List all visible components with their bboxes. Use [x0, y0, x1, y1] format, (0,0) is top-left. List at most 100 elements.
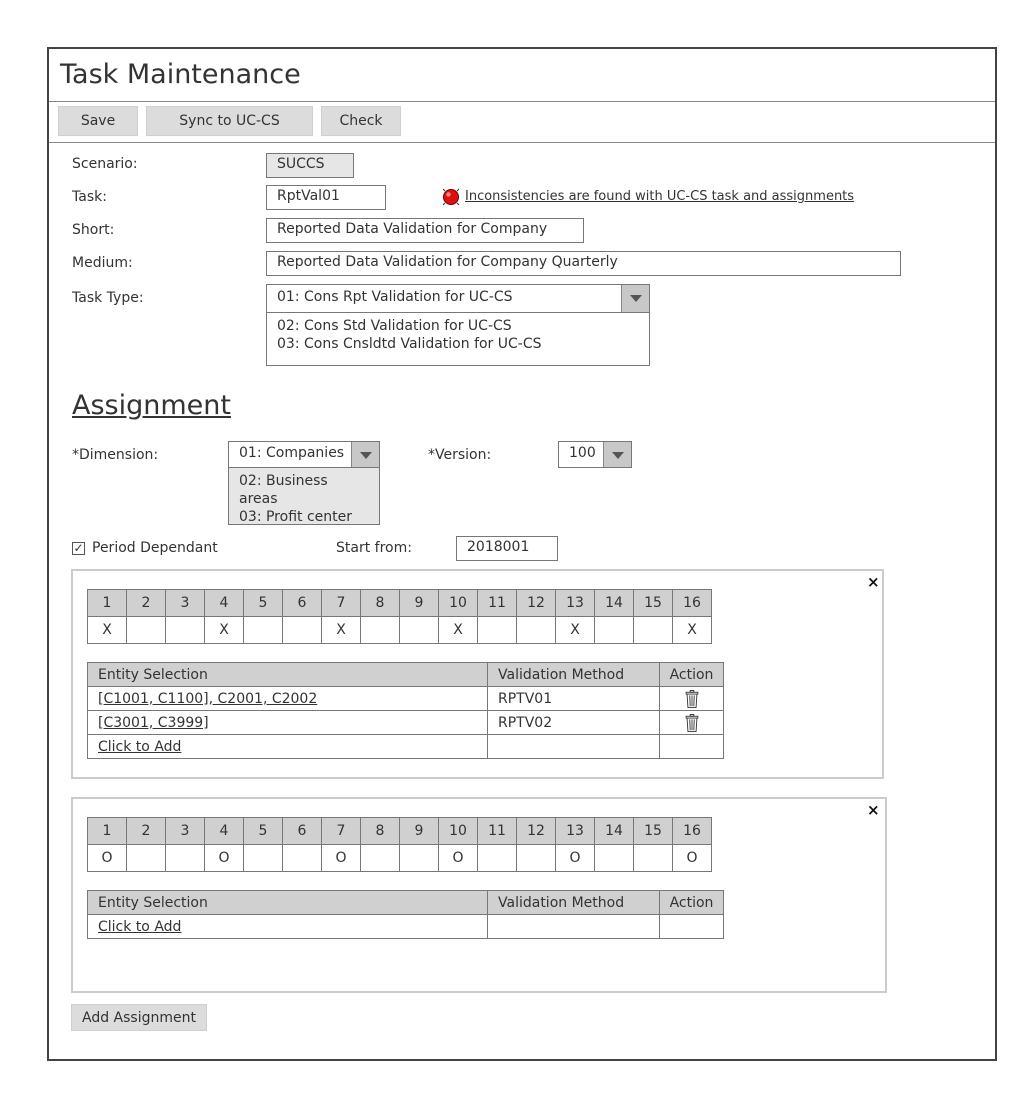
task-type-option[interactable]: 02: Cons Std Validation for UC-CS — [277, 317, 639, 335]
assignment-panel: × 1 2 3 4 5 6 7 8 9 10 11 12 13 14 15 16 XXXXXX Entity … — [71, 569, 884, 779]
period-header-cell: 15 — [633, 817, 673, 845]
period-mark-cell[interactable] — [477, 844, 517, 872]
period-header-cell: 8 — [360, 589, 400, 617]
period-header-cell: 7 — [321, 589, 361, 617]
version-label: *Version: — [428, 447, 492, 463]
period-mark-cell[interactable] — [360, 616, 400, 644]
period-header-cell: 16 — [672, 589, 712, 617]
task-type-options: 02: Cons Std Validation for UC-CS 03: Co… — [266, 312, 650, 366]
version-select[interactable]: 100 — [558, 441, 632, 468]
chevron-down-icon[interactable] — [621, 285, 649, 312]
period-dependant-checkbox[interactable]: ✓ — [72, 542, 85, 555]
period-header-cell: 7 — [321, 817, 361, 845]
task-maintenance-window: Task Maintenance Save Sync to UC-CS Chec… — [47, 47, 997, 1061]
period-mark-cell[interactable]: X — [204, 616, 244, 644]
period-mark-cell[interactable] — [594, 616, 634, 644]
period-header-cell: 5 — [243, 589, 283, 617]
trash-icon[interactable] — [685, 713, 699, 732]
period-header-cell: 12 — [516, 589, 556, 617]
period-mark-cell[interactable] — [399, 616, 439, 644]
period-header-cell: 3 — [165, 817, 205, 845]
dimension-option[interactable]: 02: Business areas — [239, 472, 369, 508]
add-assignment-button[interactable]: Add Assignment — [71, 1004, 207, 1031]
period-header-cell: 6 — [282, 817, 322, 845]
period-mark-cell[interactable]: X — [672, 616, 712, 644]
period-mark-cell[interactable] — [126, 616, 166, 644]
period-dependant-label: Period Dependant — [92, 540, 218, 556]
period-mark-cell[interactable] — [282, 616, 322, 644]
dimension-value: 01: Companies — [239, 445, 345, 461]
period-mark-cell[interactable] — [165, 844, 205, 872]
page-title: Task Maintenance — [60, 59, 301, 90]
period-mark-cell[interactable] — [282, 844, 322, 872]
empty-cell — [659, 734, 724, 759]
period-mark-cell[interactable] — [165, 616, 205, 644]
period-mark-cell[interactable]: O — [204, 844, 244, 872]
period-mark-cell[interactable]: O — [438, 844, 478, 872]
period-header-cell: 2 — [126, 589, 166, 617]
period-mark-cell[interactable]: O — [87, 844, 127, 872]
start-from-label: Start from: — [336, 540, 412, 556]
dimension-option[interactable]: 03: Profit center — [239, 508, 369, 526]
empty-cell — [659, 914, 724, 939]
period-mark-cell[interactable] — [360, 844, 400, 872]
validation-method-cell: RPTV01 — [487, 686, 660, 711]
period-grid: 1 2 3 4 5 6 7 8 9 10 11 12 13 14 15 16 XXXXXX — [87, 589, 712, 644]
start-from-field[interactable]: 2018001 — [456, 536, 558, 561]
period-mark-cell[interactable] — [399, 844, 439, 872]
chevron-down-icon[interactable] — [351, 442, 379, 467]
save-button[interactable]: Save — [58, 106, 138, 136]
inconsistency-warning-link[interactable]: Inconsistencies are found with UC-CS tas… — [465, 189, 854, 204]
chevron-down-icon[interactable] — [603, 442, 631, 467]
scenario-label: Scenario: — [72, 156, 138, 172]
trash-icon[interactable] — [685, 689, 699, 708]
period-header-cell: 10 — [438, 589, 478, 617]
action-header: Action — [659, 890, 724, 915]
check-button[interactable]: Check — [321, 106, 401, 136]
period-mark-cell[interactable]: X — [438, 616, 478, 644]
period-mark-cell[interactable]: O — [672, 844, 712, 872]
period-mark-cell[interactable]: X — [87, 616, 127, 644]
period-mark-cell[interactable]: O — [321, 844, 361, 872]
dimension-select[interactable]: 01: Companies — [228, 441, 380, 468]
table-row: Click to Add — [87, 734, 724, 759]
period-header-cell: 2 — [126, 817, 166, 845]
task-type-option[interactable]: 03: Cons Cnsldtd Validation for UC-CS — [277, 335, 639, 353]
period-mark-cell[interactable] — [633, 844, 673, 872]
period-mark-cell[interactable]: X — [555, 616, 595, 644]
period-grid: 1 2 3 4 5 6 7 8 9 10 11 12 13 14 15 16 OOOOOO — [87, 817, 712, 872]
period-mark-cell[interactable] — [243, 616, 283, 644]
close-icon[interactable]: × — [867, 801, 880, 819]
period-mark-cell[interactable] — [516, 616, 556, 644]
period-mark-cell[interactable] — [633, 616, 673, 644]
task-type-value: 01: Cons Rpt Validation for UC-CS — [277, 289, 513, 305]
entity-selection-link[interactable]: [C3001, C3999] — [87, 710, 488, 735]
entity-selection-link[interactable]: [C1001, C1100], C2001, C2002 — [87, 686, 488, 711]
period-mark-cell[interactable] — [594, 844, 634, 872]
assignment-heading: Assignment — [72, 390, 231, 421]
short-field[interactable]: Reported Data Validation for Company — [266, 218, 584, 243]
click-to-add-link[interactable]: Click to Add — [87, 734, 488, 759]
period-header-cell: 9 — [399, 817, 439, 845]
period-mark-cell[interactable]: O — [555, 844, 595, 872]
entity-table: Entity Selection Validation Method Actio… — [87, 890, 724, 939]
medium-field[interactable]: Reported Data Validation for Company Qua… — [266, 251, 901, 276]
period-mark-cell[interactable]: X — [321, 616, 361, 644]
click-to-add-link[interactable]: Click to Add — [87, 914, 488, 939]
divider — [49, 142, 995, 143]
period-header-cell: 3 — [165, 589, 205, 617]
empty-cell — [487, 734, 660, 759]
table-row: [C3001, C3999] RPTV02 — [87, 710, 724, 735]
close-icon[interactable]: × — [867, 573, 880, 591]
task-type-select[interactable]: 01: Cons Rpt Validation for UC-CS — [266, 284, 650, 313]
sync-button[interactable]: Sync to UC-CS — [146, 106, 313, 136]
empty-cell — [487, 914, 660, 939]
entity-selection-header: Entity Selection — [87, 662, 488, 687]
period-mark-cell[interactable] — [243, 844, 283, 872]
period-mark-cell[interactable] — [126, 844, 166, 872]
period-mark-cell[interactable] — [516, 844, 556, 872]
scenario-field: SUCCS — [266, 153, 354, 178]
period-header-cell: 13 — [555, 817, 595, 845]
period-mark-cell[interactable] — [477, 616, 517, 644]
task-field[interactable]: RptVal01 — [266, 185, 386, 210]
